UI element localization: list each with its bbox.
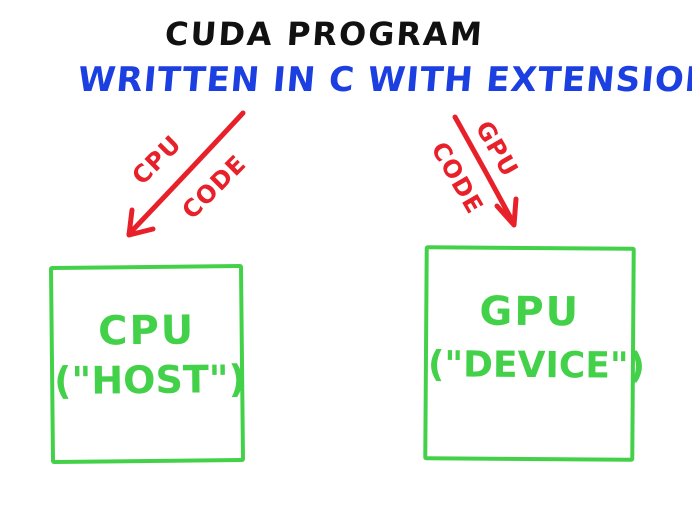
device-box-subtitle: ("DEVICE") (427, 344, 646, 387)
host-box-subtitle: ("HOST") (53, 356, 247, 403)
device-box-title: GPU (479, 288, 581, 336)
host-box-title: CPU (97, 307, 196, 355)
host-box: CPU ("HOST") (48, 263, 247, 465)
whiteboard-canvas: CUDA PROGRAM WRITTEN IN C WITH EXTENSION… (0, 0, 692, 515)
device-box: GPU ("DEVICE") (423, 245, 646, 462)
